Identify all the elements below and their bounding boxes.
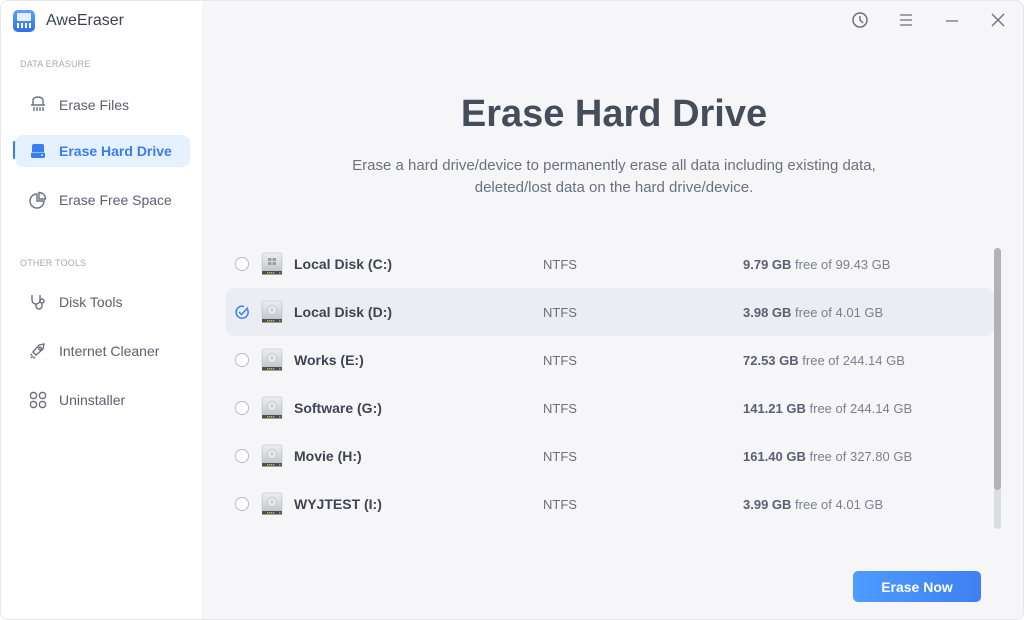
drive-total: free of 4.01 GB [795, 304, 884, 320]
clock-icon [852, 12, 868, 28]
drive-total: free of 244.14 GB [802, 352, 905, 368]
app-window: AweEraser DATA ERASURE Erase Files Erase… [0, 0, 1024, 620]
radio-button[interactable] [235, 497, 249, 511]
drive-name: Software (G:) [294, 400, 382, 416]
shredder-logo-icon [13, 10, 35, 32]
sidebar-item-label: Erase Files [59, 97, 130, 113]
drive-space: 3.98 GB free of 4.01 GB [743, 305, 883, 320]
drive-free: 3.98 GB [743, 304, 792, 320]
drive-name: Movie (H:) [294, 448, 362, 464]
close-button[interactable] [987, 9, 1009, 31]
drive-free: 141.21 GB [743, 400, 806, 416]
page-title: Erase Hard Drive [460, 93, 768, 135]
pie-chart-icon [28, 190, 48, 210]
radio-button[interactable] [235, 353, 249, 367]
section-label-other-tools: OTHER TOOLS [20, 258, 87, 268]
sidebar-item-label: Erase Free Space [59, 192, 172, 208]
drive-free: 161.40 GB [743, 448, 806, 464]
hamburger-menu-icon [900, 14, 912, 26]
drive-row[interactable]: WYJTEST (I:) NTFS 3.99 GB free of 4.01 G… [226, 480, 994, 528]
drive-space: 161.40 GB free of 327.80 GB [743, 449, 912, 464]
drive-row[interactable]: Movie (H:) NTFS 161.40 GB free of 327.80… [226, 432, 994, 480]
rocket-icon [28, 341, 48, 361]
radio-button[interactable] [235, 449, 249, 463]
sidebar: AweEraser DATA ERASURE Erase Files Erase… [1, 1, 202, 619]
drive-total: free of 244.14 GB [809, 400, 913, 416]
drive-row[interactable]: Software (G:) NTFS 141.21 GB free of 244… [226, 384, 994, 432]
close-icon [991, 13, 1005, 27]
drive-space: 141.21 GB free of 244.14 GB [743, 401, 912, 416]
sidebar-item-erase-hard-drive[interactable]: Erase Hard Drive [15, 135, 190, 167]
shredder-icon [28, 95, 48, 115]
drive-filesystem: NTFS [543, 352, 577, 368]
drive-filesystem: NTFS [543, 304, 577, 320]
sidebar-item-label: Uninstaller [59, 392, 126, 408]
drive-filesystem: NTFS [543, 448, 577, 464]
drive-name: Local Disk (C:) [294, 256, 393, 272]
drive-free: 3.99 GB [743, 496, 792, 512]
drive-free: 72.53 GB [743, 352, 799, 368]
drive-space: 72.53 GB free of 244.14 GB [743, 353, 905, 368]
sidebar-item-disk-tools[interactable]: Disk Tools [15, 286, 190, 318]
drive-name: Local Disk (D:) [294, 304, 393, 320]
drive-space: 3.99 GB free of 4.01 GB [743, 497, 883, 512]
drive-row[interactable]: Local Disk (D:) NTFS 3.98 GB free of 4.0… [226, 288, 994, 336]
history-button[interactable] [849, 9, 871, 31]
drive-total: free of 4.01 GB [795, 496, 884, 512]
erase-now-button[interactable]: Erase Now [853, 571, 981, 602]
drive-row[interactable]: Local Disk (C:) NTFS 9.79 GB free of 99.… [226, 240, 994, 288]
description-line-2: deleted/lost data on the hard drive/devi… [474, 179, 754, 196]
sidebar-item-label: Disk Tools [59, 294, 123, 310]
drive-name: Works (E:) [294, 352, 364, 368]
grid-apps-icon [28, 390, 48, 410]
drive-total: free of 327.80 GB [809, 448, 913, 464]
disk-drive-icon [261, 444, 283, 468]
drive-free: 9.79 GB [743, 256, 792, 272]
drive-filesystem: NTFS [543, 496, 577, 512]
checked-radio-icon[interactable] [234, 304, 250, 320]
hard-drive-icon [28, 141, 48, 161]
disk-drive-icon [261, 300, 283, 324]
drive-name: WYJTEST (I:) [294, 496, 382, 512]
minimize-button[interactable] [941, 9, 963, 31]
drive-total: free of 99.43 GB [795, 256, 891, 272]
scrollbar-thumb[interactable] [994, 248, 1001, 490]
stethoscope-icon [28, 292, 48, 312]
sidebar-item-label: Erase Hard Drive [59, 143, 172, 159]
disk-drive-icon [261, 348, 283, 372]
drive-filesystem: NTFS [543, 400, 577, 416]
disk-drive-icon [261, 492, 283, 516]
app-title: AweEraser [46, 12, 124, 29]
drive-list: Local Disk (C:) NTFS 9.79 GB free of 99.… [226, 240, 994, 528]
sidebar-item-internet-cleaner[interactable]: Internet Cleaner [15, 335, 190, 367]
sidebar-item-label: Internet Cleaner [59, 343, 160, 359]
section-label-data-erasure: DATA ERASURE [20, 59, 91, 69]
drive-row[interactable]: Works (E:) NTFS 72.53 GB free of 244.14 … [226, 336, 994, 384]
brand: AweEraser [13, 9, 124, 33]
disk-drive-icon [261, 252, 283, 276]
sidebar-item-erase-files[interactable]: Erase Files [15, 89, 190, 121]
drive-space: 9.79 GB free of 99.43 GB [743, 257, 890, 272]
minimize-icon [946, 20, 958, 22]
menu-button[interactable] [895, 9, 917, 31]
description-line-1: Erase a hard drive/device to permanently… [352, 157, 876, 174]
disk-drive-icon [261, 396, 283, 420]
radio-button[interactable] [235, 257, 249, 271]
drive-filesystem: NTFS [543, 256, 577, 272]
sidebar-item-erase-free-space[interactable]: Erase Free Space [15, 184, 190, 216]
sidebar-item-uninstaller[interactable]: Uninstaller [15, 384, 190, 416]
radio-button[interactable] [235, 401, 249, 415]
page-description: Erase a hard drive/device to permanently… [203, 155, 1023, 199]
